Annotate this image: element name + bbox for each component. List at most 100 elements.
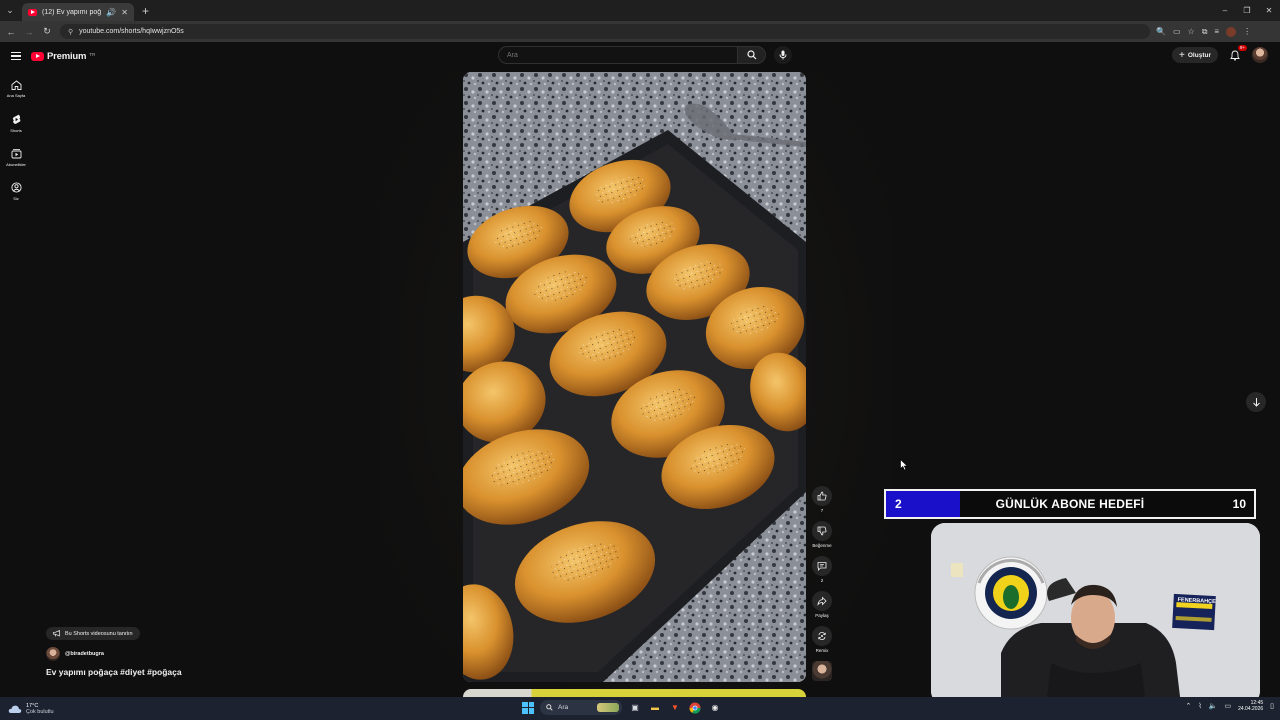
comment-action[interactable]: 2 <box>811 556 833 583</box>
clock[interactable]: 12:45 24.04.2026 <box>1238 700 1263 712</box>
taskbar-search-label: Ara <box>558 704 569 711</box>
tray-overflow-icon[interactable]: ⌃ <box>1185 702 1191 710</box>
webcam-frame: FENERBAHÇE <box>931 523 1260 705</box>
browser-tab[interactable]: (12) Ev yapımı poğaça #diye 🔊 ✕ <box>22 3 134 21</box>
cast-icon[interactable]: ▭ <box>1173 27 1181 37</box>
megaphone-icon <box>53 630 60 637</box>
share-icon <box>817 596 827 606</box>
windows-start-icon[interactable] <box>522 701 534 714</box>
volume-icon[interactable]: 🔈 <box>1209 702 1218 710</box>
taskbar-apps: Ara ▣ ▬ ▼ ◉ <box>522 700 722 715</box>
remix-action[interactable]: Remix <box>811 626 833 653</box>
url-text: youtube.com/shorts/hqIwwjznO5s <box>79 28 184 35</box>
promote-short-button[interactable]: Bu Shorts videosunu tanıtın <box>46 627 140 640</box>
close-tab-icon[interactable]: ✕ <box>121 8 128 17</box>
cloud-icon <box>8 705 22 713</box>
comment-count: 2 <box>820 578 824 583</box>
bell-icon <box>1230 50 1240 61</box>
channel-row[interactable]: @biradetbugra <box>46 647 182 661</box>
youtube-logo[interactable]: Premium TR <box>31 51 95 62</box>
shorts-actions: 7 Beğenme 2 Paylaş Remix <box>811 486 833 689</box>
youtube-play-icon <box>31 51 44 61</box>
search-highlight-icon <box>597 703 619 712</box>
dislike-action[interactable]: Beğenme <box>811 521 833 548</box>
like-button[interactable] <box>812 486 832 506</box>
media-control-icon[interactable]: ≡ <box>1214 27 1219 37</box>
notifications-button[interactable]: 9+ <box>1228 45 1247 62</box>
dislike-button[interactable] <box>812 521 832 541</box>
network-icon[interactable]: ⌇ <box>1198 702 1201 710</box>
profile-avatar-icon[interactable] <box>1226 26 1237 37</box>
audio-source-action[interactable] <box>811 661 833 681</box>
promote-label: Bu Shorts videosunu tanıtın <box>65 630 133 637</box>
comment-button[interactable] <box>812 556 832 576</box>
fenerbahce-crest <box>974 556 1048 630</box>
short-title: Ev yapımı poğaça #diyet #poğaça <box>46 667 182 677</box>
task-view-icon[interactable]: ▣ <box>628 701 642 715</box>
search-icon <box>746 50 756 60</box>
search-icon <box>546 704 553 711</box>
taskbar-search[interactable]: Ara <box>540 700 622 715</box>
browser-menu-icon[interactable]: ⋮ <box>1243 27 1251 37</box>
close-window-button[interactable]: ✕ <box>1258 0 1280 21</box>
shorts-icon <box>12 114 20 124</box>
goal-title: GÜNLÜK ABONE HEDEFİ <box>995 497 1145 511</box>
sidebar-item-you[interactable]: Siz <box>0 174 32 208</box>
window-controls: – ❐ ✕ <box>1214 0 1280 21</box>
battery-icon[interactable]: ▭ <box>1224 702 1231 710</box>
create-button[interactable]: + Oluştur <box>1172 47 1218 63</box>
remix-button[interactable] <box>812 626 832 646</box>
site-info-icon[interactable]: ⚲ <box>68 28 73 36</box>
search-button[interactable] <box>738 46 766 64</box>
weather-widget[interactable]: 17°C Çok bulutlu <box>8 703 54 715</box>
back-button[interactable]: ← <box>2 27 20 37</box>
voice-search-button[interactable] <box>774 46 792 64</box>
brand-label: Premium <box>47 50 87 62</box>
sidebar-item-shorts[interactable]: Shorts <box>0 106 32 140</box>
channel-avatar[interactable] <box>46 647 60 661</box>
tab-search-chevron-icon[interactable]: ⌄ <box>0 0 20 21</box>
thumbs-down-icon <box>817 526 827 536</box>
reload-button[interactable]: ↻ <box>38 26 56 37</box>
audio-source-thumbnail[interactable] <box>812 661 832 681</box>
next-short-button[interactable] <box>1246 392 1266 412</box>
windows-taskbar: 17°C Çok bulutlu Ara ▣ ▬ ▼ ◉ ⌃ ⌇ 🔈 ▭ 12:… <box>0 697 1280 720</box>
share-button[interactable] <box>812 591 832 611</box>
sidebar-item-subscriptions[interactable]: Abonelikler <box>0 140 32 174</box>
forward-button[interactable]: → <box>20 27 38 37</box>
obs-icon[interactable]: ◉ <box>708 701 722 715</box>
brave-browser-icon[interactable]: ▼ <box>668 701 682 715</box>
dislike-label: Beğenme <box>812 543 832 548</box>
channel-handle[interactable]: @biradetbugra <box>65 651 104 657</box>
address-bar: ← → ↻ ⚲ youtube.com/shorts/hqIwwjznO5s 🔍… <box>0 21 1280 42</box>
minimize-button[interactable]: – <box>1214 0 1236 21</box>
new-tab-button[interactable]: + <box>142 4 149 18</box>
remix-icon <box>818 632 826 640</box>
file-explorer-icon[interactable]: ▬ <box>648 701 662 715</box>
chrome-icon[interactable] <box>688 701 702 715</box>
url-field[interactable]: ⚲ youtube.com/shorts/hqIwwjznO5s <box>60 24 1150 39</box>
account-avatar[interactable] <box>1252 47 1268 63</box>
share-action[interactable]: Paylaş <box>811 591 833 618</box>
speaker-icon[interactable]: 🔊 <box>106 8 116 17</box>
webcam-overlay: FENERBAHÇE <box>931 523 1260 705</box>
zoom-icon[interactable]: 🔍 <box>1156 27 1166 37</box>
bookmark-star-icon[interactable]: ☆ <box>1188 27 1195 37</box>
chrome-logo-icon <box>689 702 701 714</box>
maximize-button[interactable]: ❐ <box>1236 0 1258 21</box>
extensions-icon[interactable]: ⧉ <box>1202 27 1208 37</box>
tab-title: (12) Ev yapımı poğaça #diye <box>42 8 102 16</box>
system-tray: ⌃ ⌇ 🔈 ▭ 12:45 24.04.2026 ▯ <box>1185 700 1274 712</box>
arrow-down-icon <box>1252 398 1260 407</box>
menu-icon[interactable] <box>11 51 21 61</box>
notification-center-icon[interactable]: ▯ <box>1270 702 1274 710</box>
sidebar-item-home[interactable]: Ana Sayfa <box>0 72 32 106</box>
comment-icon <box>817 562 827 571</box>
thumbs-up-icon <box>817 491 827 501</box>
sidebar: Ana Sayfa Shorts Abonelikler Siz <box>0 72 32 208</box>
subscriptions-icon <box>11 148 21 158</box>
like-action[interactable]: 7 <box>811 486 833 513</box>
search-input[interactable] <box>498 46 738 64</box>
shorts-video-player[interactable] <box>463 72 806 682</box>
microphone-icon <box>779 50 787 60</box>
